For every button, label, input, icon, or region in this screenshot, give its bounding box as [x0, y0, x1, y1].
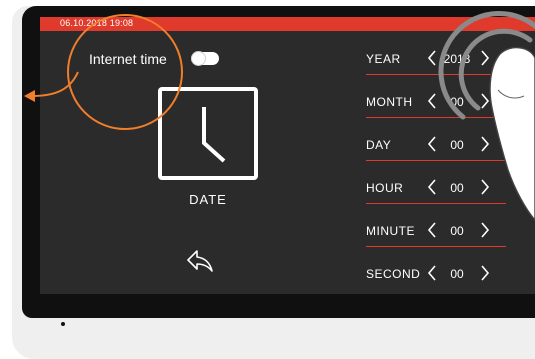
year-underline: [366, 74, 506, 75]
year-value: 2018: [443, 52, 471, 66]
hour-value: 00: [450, 181, 464, 195]
hour-row: HOUR 00: [366, 176, 506, 204]
back-arrow-icon[interactable]: [185, 248, 215, 274]
day-underline: [366, 160, 506, 161]
toggle-knob: [192, 52, 205, 65]
month-decrement-chevron-left-icon[interactable]: [426, 92, 438, 110]
date-label: DATE: [189, 192, 227, 207]
day-decrement-chevron-left-icon[interactable]: [426, 135, 438, 153]
minute-value: 00: [450, 224, 464, 238]
minute-underline: [366, 246, 506, 247]
hour-decrement-chevron-left-icon[interactable]: [426, 178, 438, 196]
month-increment-chevron-right-icon[interactable]: [479, 92, 491, 110]
internet-time-label: Internet time: [89, 51, 167, 67]
clock-icon: [158, 87, 258, 180]
year-row: YEAR 2018: [366, 47, 506, 75]
hour-label: HOUR: [366, 181, 404, 195]
day-row: DAY 00: [366, 133, 506, 161]
internet-time-toggle[interactable]: [191, 52, 219, 65]
minute-row: MINUTE 00: [366, 219, 506, 247]
second-label: SECOND: [366, 267, 421, 281]
month-row: MONTH 00: [366, 90, 506, 118]
minute-decrement-chevron-left-icon[interactable]: [426, 221, 438, 239]
hour-underline: [366, 203, 506, 204]
day-increment-chevron-right-icon[interactable]: [479, 135, 491, 153]
minute-increment-chevron-right-icon[interactable]: [479, 221, 491, 239]
hour-increment-chevron-right-icon[interactable]: [479, 178, 491, 196]
month-label: MONTH: [366, 95, 413, 109]
day-value: 00: [450, 138, 464, 152]
year-label: YEAR: [366, 52, 401, 66]
second-value: 00: [450, 267, 464, 281]
status-bar: 06.10.2018 19:08: [40, 17, 535, 31]
month-underline: [366, 117, 506, 118]
year-decrement-chevron-left-icon[interactable]: [426, 49, 438, 67]
day-label: DAY: [366, 138, 392, 152]
minute-label: MINUTE: [366, 224, 415, 238]
second-row: SECOND 00: [366, 262, 506, 286]
month-value: 00: [450, 95, 464, 109]
year-increment-chevron-right-icon[interactable]: [479, 49, 491, 67]
indicator-led: [61, 322, 65, 326]
second-decrement-chevron-left-icon[interactable]: [426, 264, 438, 282]
screen: 06.10.2018 19:08 Internet time DATE YEAR…: [40, 17, 535, 294]
second-increment-chevron-right-icon[interactable]: [479, 264, 491, 282]
status-datetime: 06.10.2018 19:08: [60, 18, 134, 28]
